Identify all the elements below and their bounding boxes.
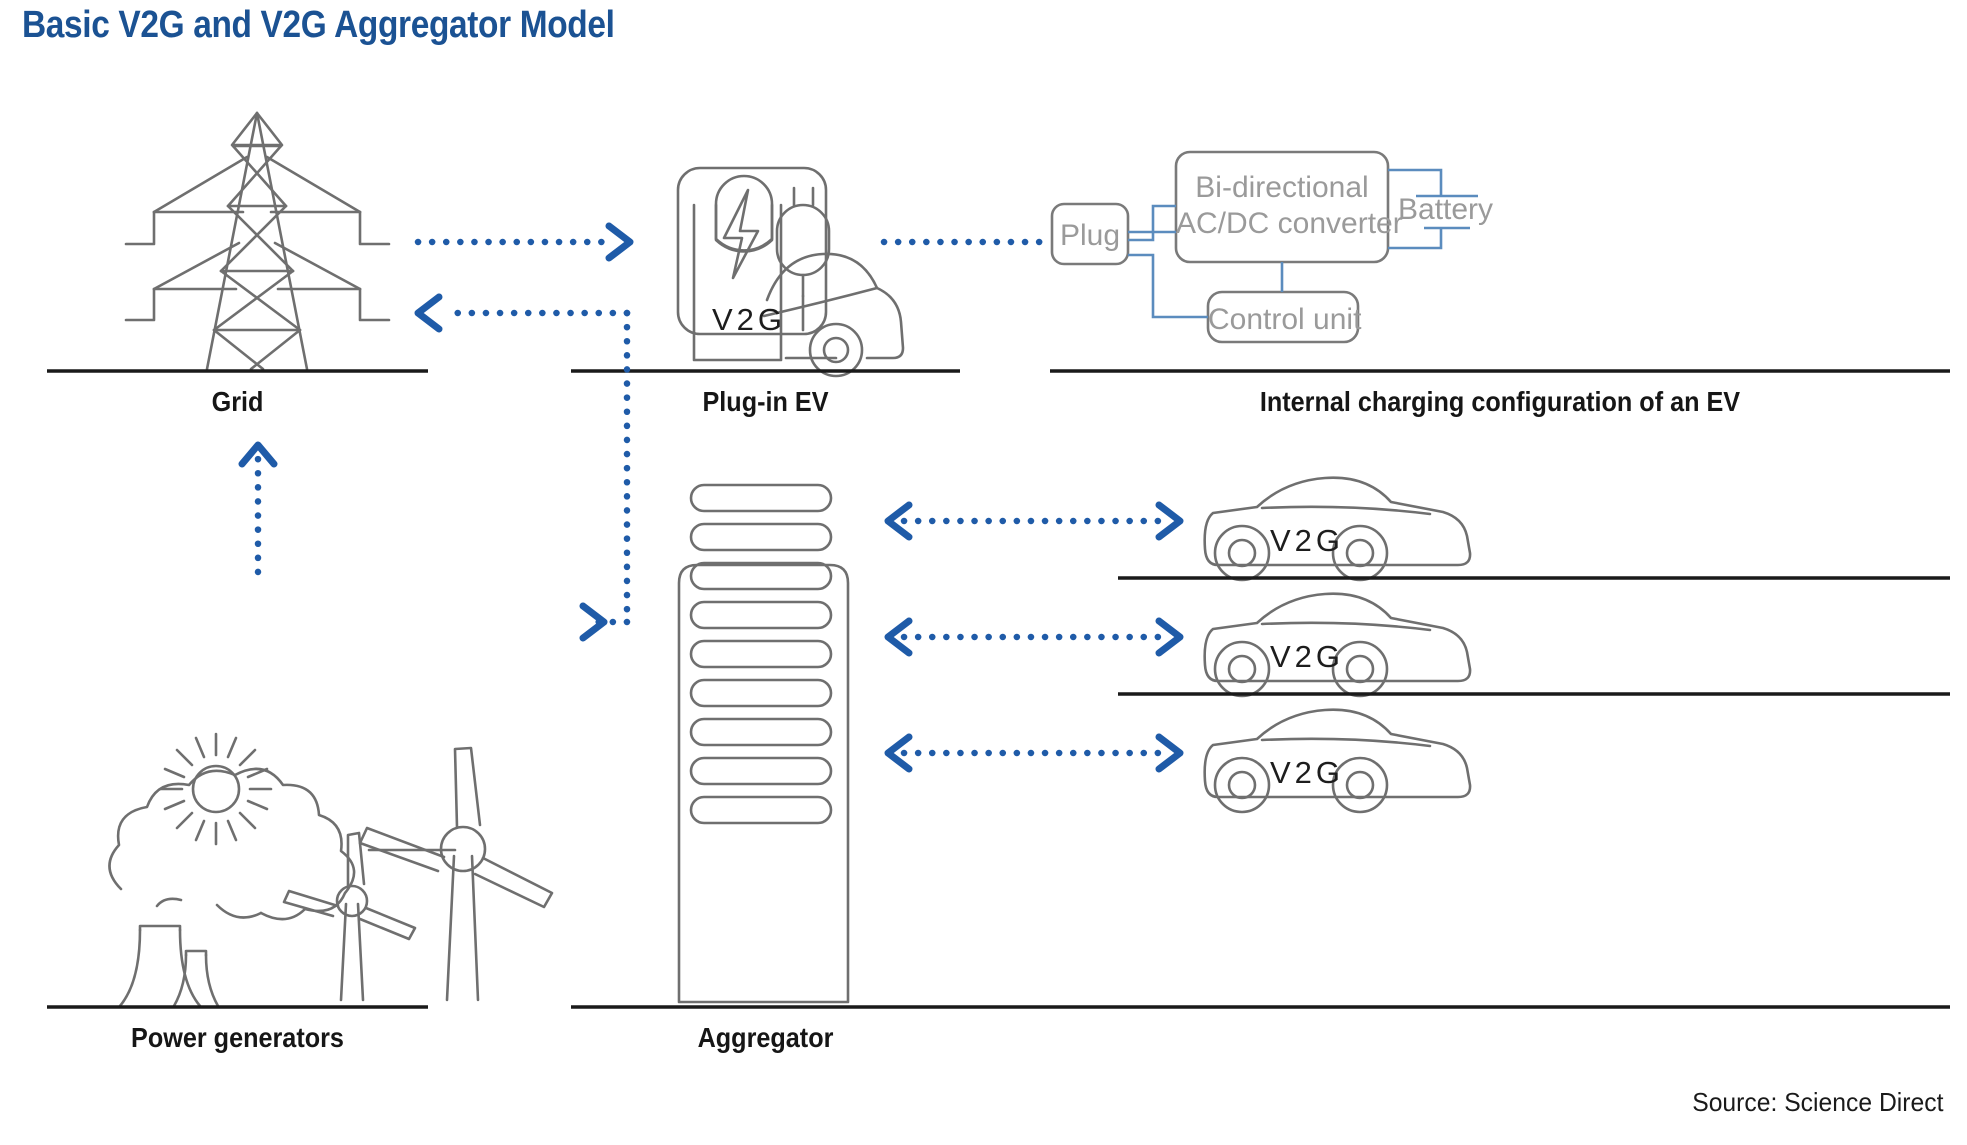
flow-arrow-grid-to-ev [414, 222, 634, 262]
caption-power-generators: Power generators [131, 1022, 344, 1053]
sun-icon [159, 732, 273, 846]
caption-internal-config: Internal charging configuration of an EV [1259, 386, 1741, 417]
aggregator-building-icon [677, 483, 850, 1004]
car-3-v2g-label: V2G [1270, 755, 1345, 790]
control-unit-block-label: Control unit [1208, 303, 1362, 336]
charging-station-v2g-label: V2G [712, 302, 787, 337]
caption-plugin-ev: Plug-in EV [702, 386, 829, 417]
flow-arrow-aggregator-to-car-1 [884, 501, 1184, 541]
converter-block-label-line1: Bi-directional [1195, 171, 1369, 204]
caption-grid: Grid [211, 386, 264, 417]
flow-arrow-aggregator-to-car-2 [884, 617, 1184, 657]
converter-block-label-line2: AC/DC converter [1176, 207, 1403, 240]
plug-block-label: Plug [1059, 219, 1121, 252]
car-2-v2g-label: V2G [1270, 639, 1345, 674]
diagram-illustration: .ln{fill:none;stroke:#6f6f6f;stroke-widt… [47, 111, 1950, 1009]
source-attribution: Source: Science Direct [1691, 1087, 1943, 1117]
charging-station-icon [676, 166, 905, 378]
power-plant-icon [108, 732, 554, 1008]
flow-arrow-generators-to-grid [238, 441, 278, 576]
caption-aggregator: Aggregator [697, 1022, 834, 1053]
aggregator-windows [689, 483, 833, 825]
car-1-v2g-label: V2G [1270, 523, 1345, 558]
battery-label: Battery [1398, 193, 1494, 226]
diagram-canvas: Basic V2G and V2G Aggregator Model .ln{f… [0, 0, 1967, 1145]
wind-turbine-large-icon [358, 746, 554, 1002]
flow-arrow-aggregator-to-car-3 [884, 733, 1184, 773]
transmission-tower-icon [124, 111, 391, 371]
flow-arrow-aggregator-bus [414, 293, 631, 642]
